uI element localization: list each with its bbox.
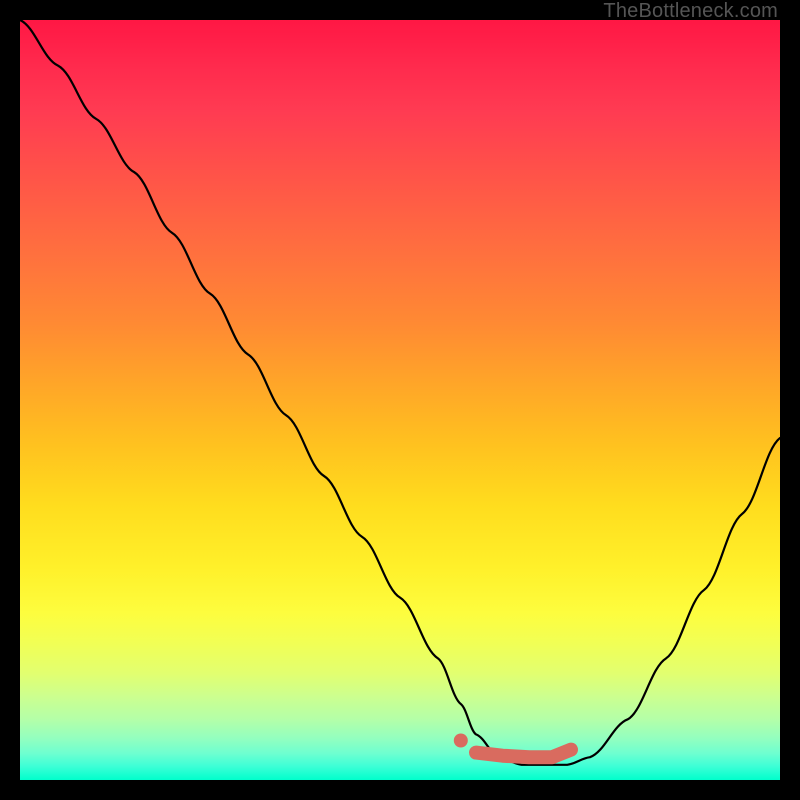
marker-dot (454, 734, 468, 748)
bottleneck-curve (20, 20, 780, 765)
chart-svg (20, 20, 780, 780)
markers-group (454, 734, 571, 758)
chart-frame (20, 20, 780, 780)
marker-band (476, 750, 571, 758)
plot-area (20, 20, 780, 780)
